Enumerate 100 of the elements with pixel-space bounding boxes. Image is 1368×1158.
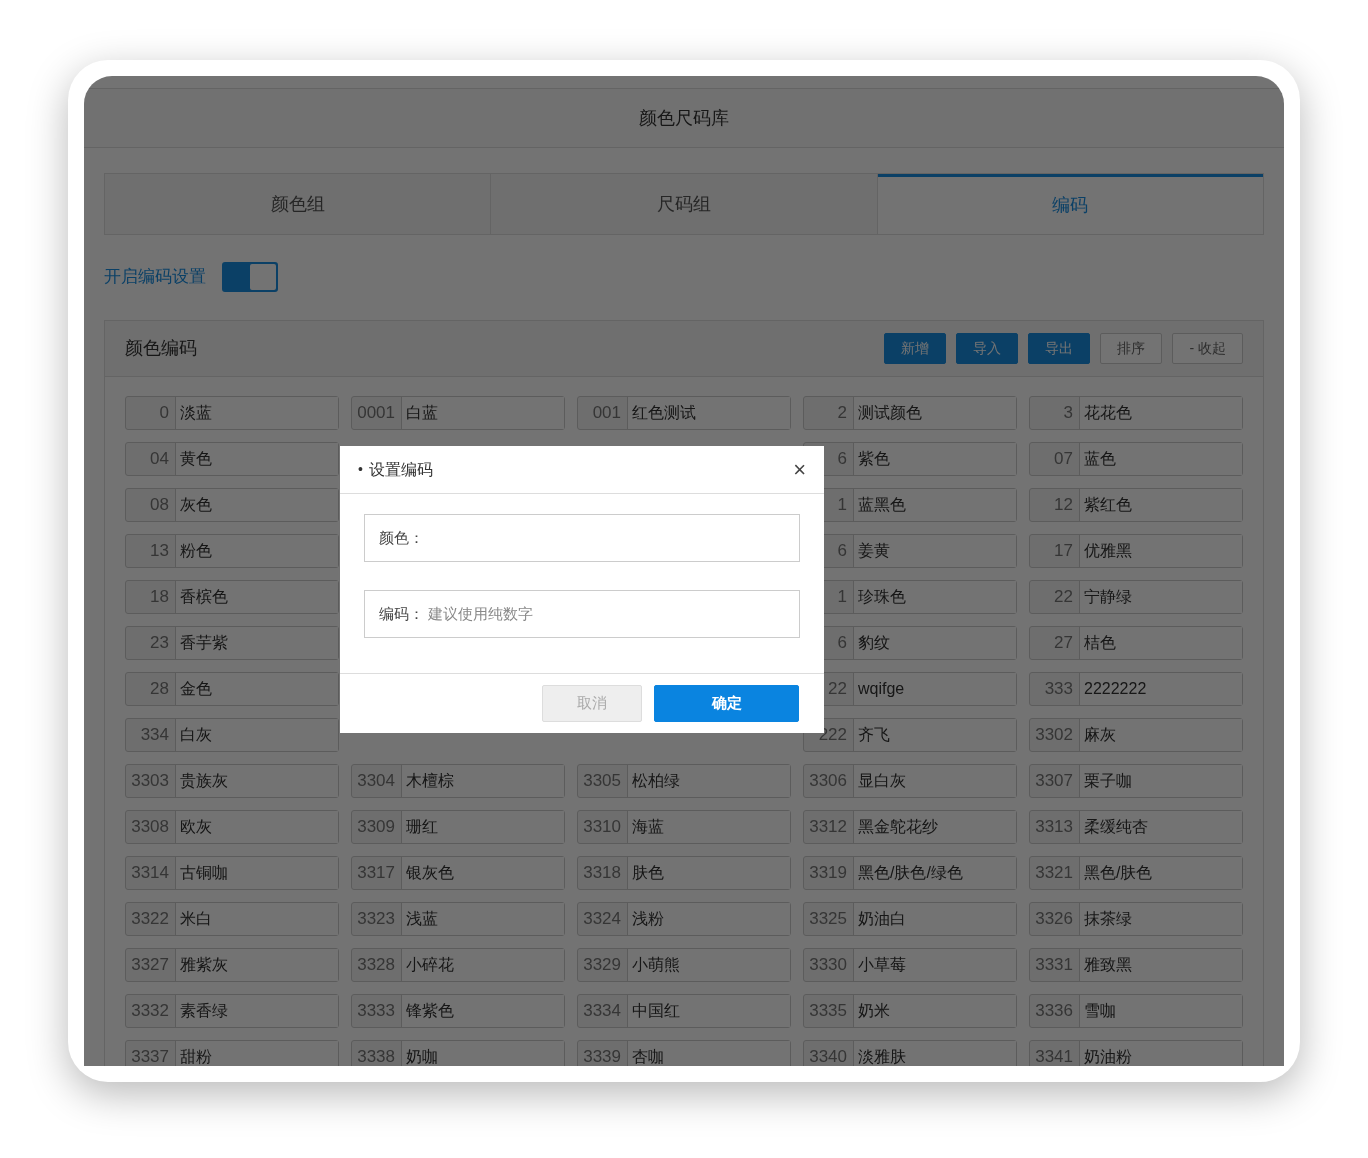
placeholder-text[interactable]: 建议使用纯数字 xyxy=(428,602,785,626)
color-code-cell[interactable]: 22 宁静绿 xyxy=(1029,580,1243,614)
color-name-text: 奶油白 xyxy=(858,909,906,929)
code-text: 22 xyxy=(828,678,847,701)
color-code-cell[interactable]: 3322 米白 xyxy=(125,902,339,936)
toolbar-button[interactable]: - 收起 xyxy=(1172,333,1243,364)
color-code-cell[interactable]: 3318 肤色 xyxy=(577,856,791,890)
color-code-cell[interactable]: 23 香芋紫 xyxy=(125,626,339,660)
code-text: 6 xyxy=(837,632,847,655)
code-text: 22 xyxy=(1054,586,1073,609)
color-name-text: 优雅黑 xyxy=(1084,541,1132,561)
color-name-text: 粉色 xyxy=(180,541,212,561)
code-text: 27 xyxy=(1054,632,1073,655)
color-code-cell[interactable]: 3323 浅蓝 xyxy=(351,902,565,936)
color-name-text: 黑色/肤色 xyxy=(1084,863,1153,883)
tab[interactable]: 颜色组 xyxy=(105,174,492,234)
color-code-cell[interactable]: 27 桔色 xyxy=(1029,626,1243,660)
toggle-switch[interactable] xyxy=(222,262,278,292)
color-name-text: 小碎花 xyxy=(406,955,454,975)
color-name-text: 香槟色 xyxy=(180,587,228,607)
color-code-cell[interactable]: 2 测试颜色 xyxy=(803,396,1017,430)
color-code-cell[interactable]: 3327 雅紫灰 xyxy=(125,948,339,982)
color-code-cell[interactable]: 3331 雅致黑 xyxy=(1029,948,1243,982)
toolbar-button[interactable]: 导入 xyxy=(956,333,1019,364)
color-code-cell[interactable]: 3319 黑色/肤色/绿色 xyxy=(803,856,1017,890)
color-code-cell[interactable]: 3337 甜粉 xyxy=(125,1040,339,1066)
color-name-text: 中国红 xyxy=(632,1001,680,1021)
color-code-cell[interactable]: 18 香槟色 xyxy=(125,580,339,614)
color-code-cell[interactable]: 3306 显白灰 xyxy=(803,764,1017,798)
color-code-cell[interactable]: 3333 锋紫色 xyxy=(351,994,565,1028)
dialog-button[interactable]: 确定 xyxy=(654,685,799,722)
color-code-cell[interactable]: 3324 浅粉 xyxy=(577,902,791,936)
color-code-cell[interactable]: 3325 奶油白 xyxy=(803,902,1017,936)
code-text: 04 xyxy=(150,448,169,471)
color-code-cell[interactable]: 3309 珊红 xyxy=(351,810,565,844)
color-code-cell[interactable]: 3317 银灰色 xyxy=(351,856,565,890)
close-button[interactable]: × xyxy=(793,458,806,481)
toolbar-button[interactable]: 导出 xyxy=(1028,333,1091,364)
color-code-cell[interactable]: 08 灰色 xyxy=(125,488,339,522)
code-text: 333 xyxy=(1044,678,1073,701)
color-code-cell[interactable]: 3326 抹茶绿 xyxy=(1029,902,1243,936)
color-name-text: 淡蓝 xyxy=(180,403,212,423)
color-code-cell[interactable]: 3321 黑色/肤色 xyxy=(1029,856,1243,890)
toolbar-button[interactable]: 新增 xyxy=(884,333,947,364)
color-code-cell[interactable]: 334 白灰 xyxy=(125,718,339,752)
color-code-cell[interactable]: 3335 奶米 xyxy=(803,994,1017,1028)
code-text: 3303 xyxy=(131,770,169,793)
code-text: 3305 xyxy=(583,770,621,793)
color-code-cell[interactable]: 3312 黑金鸵花纱 xyxy=(803,810,1017,844)
color-code-cell[interactable]: 0 淡蓝 xyxy=(125,396,339,430)
color-name-text: 肤色 xyxy=(632,863,664,883)
color-code-cell[interactable]: 3336 雪咖 xyxy=(1029,994,1243,1028)
color-name-text: 雅致黑 xyxy=(1084,955,1132,975)
color-code-cell[interactable]: 3308 欧灰 xyxy=(125,810,339,844)
color-code-cell[interactable]: 3305 松柏绿 xyxy=(577,764,791,798)
code-text: 3308 xyxy=(131,816,169,839)
color-code-cell[interactable]: 3304 木檀棕 xyxy=(351,764,565,798)
color-code-cell[interactable]: 17 优雅黑 xyxy=(1029,534,1243,568)
color-code-cell[interactable]: 13 粉色 xyxy=(125,534,339,568)
dialog-button[interactable]: 取消 xyxy=(542,685,642,722)
color-code-cell[interactable]: 3307 栗子咖 xyxy=(1029,764,1243,798)
code-text: 18 xyxy=(150,586,169,609)
color-code-cell[interactable]: 3329 小萌熊 xyxy=(577,948,791,982)
code-text: 3304 xyxy=(357,770,395,793)
code-text: 3307 xyxy=(1035,770,1073,793)
color-name-text: 白蓝 xyxy=(406,403,438,423)
color-code-cell[interactable]: 3341 奶油粉 xyxy=(1029,1040,1243,1066)
color-code-cell[interactable]: 28 金色 xyxy=(125,672,339,706)
code-text: 2 xyxy=(837,402,847,425)
color-code-cell[interactable]: 3330 小草莓 xyxy=(803,948,1017,982)
color-code-cell[interactable]: 3303 贵族灰 xyxy=(125,764,339,798)
color-code-cell[interactable]: 12 紫红色 xyxy=(1029,488,1243,522)
input-field[interactable]: 颜色： xyxy=(364,514,800,562)
code-text: 3322 xyxy=(131,908,169,931)
color-code-cell[interactable]: 3334 中国红 xyxy=(577,994,791,1028)
color-name-text: 木檀棕 xyxy=(406,771,454,791)
color-code-cell[interactable]: 0001 白蓝 xyxy=(351,396,565,430)
color-name-text: 小萌熊 xyxy=(632,955,680,975)
toolbar-button[interactable]: 排序 xyxy=(1100,333,1163,364)
color-code-cell[interactable]: 3328 小碎花 xyxy=(351,948,565,982)
color-name-text: 栗子咖 xyxy=(1084,771,1132,791)
tab[interactable]: 尺码组 xyxy=(491,174,878,234)
input-field[interactable]: 编码： 建议使用纯数字 xyxy=(364,590,800,638)
color-name-text: 浅蓝 xyxy=(406,909,438,929)
color-code-cell[interactable]: 001 红色测试 xyxy=(577,396,791,430)
color-name-text: 银灰色 xyxy=(406,863,454,883)
color-code-cell[interactable]: 3340 淡雅肤 xyxy=(803,1040,1017,1066)
code-text: 334 xyxy=(140,724,169,747)
color-code-cell[interactable]: 3338 奶咖 xyxy=(351,1040,565,1066)
color-code-cell[interactable]: 3 花花色 xyxy=(1029,396,1243,430)
color-code-cell[interactable]: 07 蓝色 xyxy=(1029,442,1243,476)
color-code-cell[interactable]: 3314 古铜咖 xyxy=(125,856,339,890)
color-code-cell[interactable]: 3302 麻灰 xyxy=(1029,718,1243,752)
color-code-cell[interactable]: 3339 杏咖 xyxy=(577,1040,791,1066)
color-code-cell[interactable]: 3313 柔缓纯杏 xyxy=(1029,810,1243,844)
color-name-text: wqifge xyxy=(858,679,905,699)
color-code-cell[interactable]: 3310 海蓝 xyxy=(577,810,791,844)
color-code-cell[interactable]: 3332 素香绿 xyxy=(125,994,339,1028)
color-code-cell[interactable]: 04 黄色 xyxy=(125,442,339,476)
color-code-cell[interactable]: 333 2222222 xyxy=(1029,672,1243,706)
